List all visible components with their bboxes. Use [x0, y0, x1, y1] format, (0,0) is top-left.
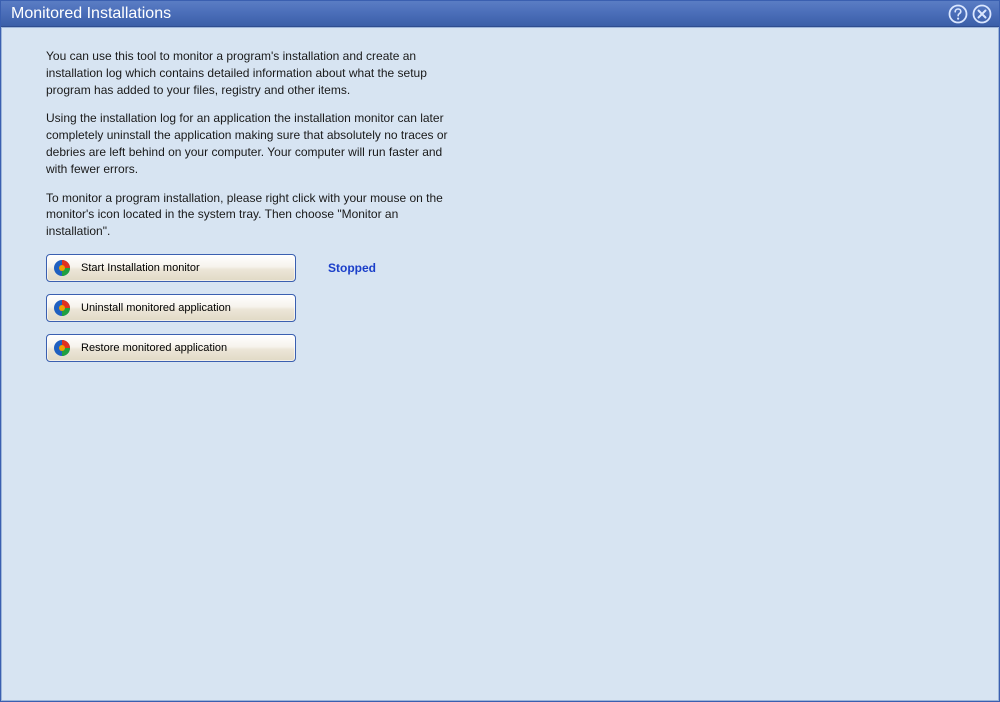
- content-area: You can use this tool to monitor a progr…: [1, 27, 999, 701]
- intro-paragraph-2: Using the installation log for an applic…: [46, 110, 456, 177]
- action-row-uninstall: Uninstall monitored application: [46, 294, 958, 322]
- close-icon: [972, 4, 992, 24]
- intro-text: You can use this tool to monitor a progr…: [46, 48, 456, 240]
- action-row-restore: Restore monitored application: [46, 334, 958, 362]
- window: Monitored Installations You can use this…: [0, 0, 1000, 702]
- uninstall-monitored-application-button[interactable]: Uninstall monitored application: [46, 294, 296, 322]
- close-button[interactable]: [971, 3, 993, 25]
- app-icon: [53, 299, 71, 317]
- intro-paragraph-3: To monitor a program installation, pleas…: [46, 190, 456, 240]
- start-button-label: Start Installation monitor: [81, 262, 200, 274]
- app-icon: [53, 259, 71, 277]
- app-icon: [53, 339, 71, 357]
- monitor-status: Stopped: [328, 261, 376, 275]
- uninstall-button-label: Uninstall monitored application: [81, 302, 231, 314]
- start-installation-monitor-button[interactable]: Start Installation monitor: [46, 254, 296, 282]
- help-button[interactable]: [947, 3, 969, 25]
- title-bar: Monitored Installations: [1, 1, 999, 27]
- intro-paragraph-1: You can use this tool to monitor a progr…: [46, 48, 456, 98]
- restore-button-label: Restore monitored application: [81, 342, 227, 354]
- actions-group: Start Installation monitor Stopped Unins…: [46, 254, 958, 362]
- restore-monitored-application-button[interactable]: Restore monitored application: [46, 334, 296, 362]
- action-row-start: Start Installation monitor Stopped: [46, 254, 958, 282]
- window-title: Monitored Installations: [11, 5, 171, 23]
- title-controls: [947, 3, 993, 25]
- help-icon: [948, 4, 968, 24]
